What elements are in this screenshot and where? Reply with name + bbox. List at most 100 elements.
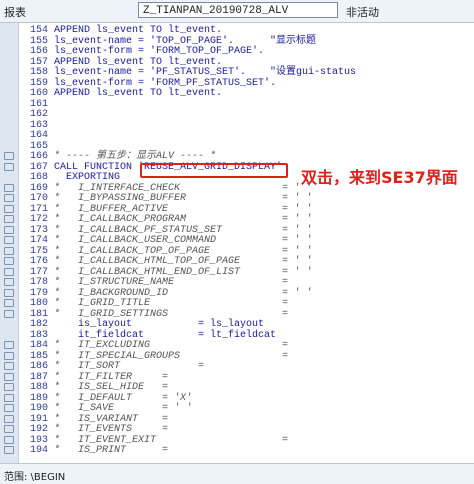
code-line[interactable]: 166 * ---- 第五步：显示ALV ---- * [18,151,216,162]
gutter-marker [4,194,14,202]
code-line[interactable]: 190 * I_SAVE = ' ' [18,403,192,414]
code-line[interactable]: 162 [18,109,54,120]
line-number: 184 [29,340,48,351]
code-line[interactable]: 168 EXPORTING [18,172,120,183]
gutter-marker [4,425,14,433]
line-number: 194 [29,445,48,456]
line-code: * I_CALLBACK_HTML_END_OF_LIST = ' ' [54,266,313,278]
line-code: * IT_SPECIAL_GROUPS = [54,350,289,362]
line-number: 178 [29,277,48,288]
code-line[interactable]: 164 [18,130,54,141]
code-line[interactable]: 186 * IT_SORT = [18,361,204,372]
line-number: 155 [29,35,48,47]
line-code: * IT_EVENTS = [54,424,169,435]
code-line[interactable]: 187 * IT_FILTER = [18,372,168,383]
code-line[interactable]: 179 * I_BACKGROUND_ID = ' ' [18,288,312,299]
line-number: 163 [29,119,48,131]
code-line[interactable]: 181 * I_GRID_SETTINGS = [18,309,288,320]
code-line[interactable]: 159 ls_event-form = 'FORM_PF_STATUS_SET'. [18,78,276,89]
program-name-field[interactable]: Z_TIANPAN_20190728_ALV [138,2,338,18]
line-number: 162 [29,109,48,120]
line-code: APPEND ls_event TO lt_event. [54,56,223,68]
code-line[interactable]: 161 [18,99,54,110]
code-line[interactable]: 194 * IS_PRINT = [18,445,168,456]
code-line[interactable]: 188 * IS_SEL_HIDE = [18,382,168,393]
gutter-marker [4,183,14,192]
code-line[interactable]: 184 * IT_EXCLUDING = [18,340,288,351]
line-number: 161 [29,98,48,110]
line-code: * I_INTERFACE_CHECK = ' ' [54,182,313,194]
line-code: ls_event-name = 'PF_STATUS_SET'. "设置gui-… [54,67,357,78]
line-code: APPEND ls_event TO lt_event. [54,88,223,99]
code-line[interactable]: 189 * I_DEFAULT = 'X' [18,393,192,404]
code-line[interactable]: 176 * I_CALLBACK_HTML_TOP_OF_PAGE = ' ' [18,256,312,267]
line-number: 170 [29,193,48,204]
code-line[interactable]: 158 ls_event-name = 'PF_STATUS_SET'. "设置g… [18,67,356,78]
code-line[interactable]: 170 * I_BYPASSING_BUFFER = ' ' [18,193,312,204]
code-line[interactable]: 180 * I_GRID_TITLE = [18,298,288,309]
code-line[interactable]: 157 APPEND ls_event TO lt_event. [18,57,222,68]
line-number: 167 [29,161,48,173]
code-line[interactable]: 165 [18,141,54,152]
line-code: * I_BACKGROUND_ID = ' ' [54,287,313,299]
line-number: 174 [29,235,48,246]
line-code: it_fieldcat = lt_fieldcat [54,329,277,341]
line-number: 157 [29,56,48,68]
header-label: 报表 [4,6,26,19]
code-line[interactable]: 177 * I_CALLBACK_HTML_END_OF_LIST = ' ' [18,267,312,278]
gutter-marker [4,309,14,318]
scope-text: 范围: \BEGIN [4,472,66,483]
line-code: ls_event-form = 'FORM_TOP_OF_PAGE'. [54,46,265,57]
code-line[interactable]: 182 is_layout = ls_layout [18,319,264,330]
line-code: * ---- 第五步：显示ALV ---- * [54,151,217,162]
line-code: * I_DEFAULT = 'X' [54,392,193,404]
code-line[interactable]: 192 * IT_EVENTS = [18,424,168,435]
code-line[interactable]: 156 ls_event-form = 'FORM_TOP_OF_PAGE'. [18,46,264,57]
line-number: 186 [29,361,48,372]
code-editor[interactable]: 154 APPEND ls_event TO lt_event. 155 ls_eve… [0,23,474,463]
gutter-marker [4,372,14,381]
line-code: * I_GRID_TITLE = [54,298,289,309]
line-code: * I_SAVE = ' ' [54,403,193,414]
gutter-marker [4,246,14,255]
code-line[interactable]: 175 * I_CALLBACK_TOP_OF_PAGE = ' ' [18,246,312,257]
code-line[interactable]: 160 APPEND ls_event TO lt_event. [18,88,222,99]
code-line[interactable]: 163 [18,120,54,131]
line-code: is_layout = ls_layout [54,319,265,330]
code-line[interactable]: 185 * IT_SPECIAL_GROUPS = [18,351,288,362]
code-line[interactable]: 172 * I_CALLBACK_PROGRAM = ' ' [18,214,312,225]
code-line[interactable]: 174 * I_CALLBACK_USER_COMMAND = ' ' [18,235,312,246]
code-line[interactable]: 191 * IS_VARIANT = [18,414,168,425]
code-line[interactable]: 173 * I_CALLBACK_PF_STATUS_SET = ' ' [18,225,312,236]
line-code: * IT_FILTER = [54,371,169,383]
code-line[interactable]: 171 * I_BUFFER_ACTIVE = ' ' [18,204,312,215]
gutter-marker [4,204,14,213]
activation-status: 非活动 [346,6,379,19]
gutter-marker [4,341,14,349]
code-line[interactable]: 155 ls_event-name = 'TOP_OF_PAGE'. "显示标题 [18,36,316,47]
line-number: 177 [29,266,48,278]
code-line[interactable]: 193 * IT_EVENT_EXIT = [18,435,288,446]
gutter-marker [4,362,14,370]
line-number: 166 [29,151,48,162]
line-number: 154 [29,25,48,36]
line-number: 182 [29,319,48,330]
gutter-marker [4,351,14,360]
line-number: 159 [29,77,48,89]
gutter-marker [4,215,14,223]
code-line[interactable]: 169 * I_INTERFACE_CHECK = ' ' [18,183,312,194]
gutter-marker [4,162,14,171]
line-number: 188 [29,382,48,393]
line-code: * I_BUFFER_ACTIVE = ' ' [54,203,313,215]
line-number: 169 [29,182,48,194]
code-line[interactable]: 178 * I_STRUCTURE_NAME = [18,277,288,288]
code-line[interactable]: 154 APPEND ls_event TO lt_event. [18,25,222,36]
line-number: 190 [29,403,48,414]
line-number: 191 [29,413,48,425]
gutter-marker [4,267,14,276]
gutter-marker [4,446,14,454]
line-number: 193 [29,434,48,446]
line-number: 175 [29,245,48,257]
line-code: * I_CALLBACK_TOP_OF_PAGE = ' ' [54,245,313,257]
code-line[interactable]: 183 it_fieldcat = lt_fieldcat [18,330,276,341]
